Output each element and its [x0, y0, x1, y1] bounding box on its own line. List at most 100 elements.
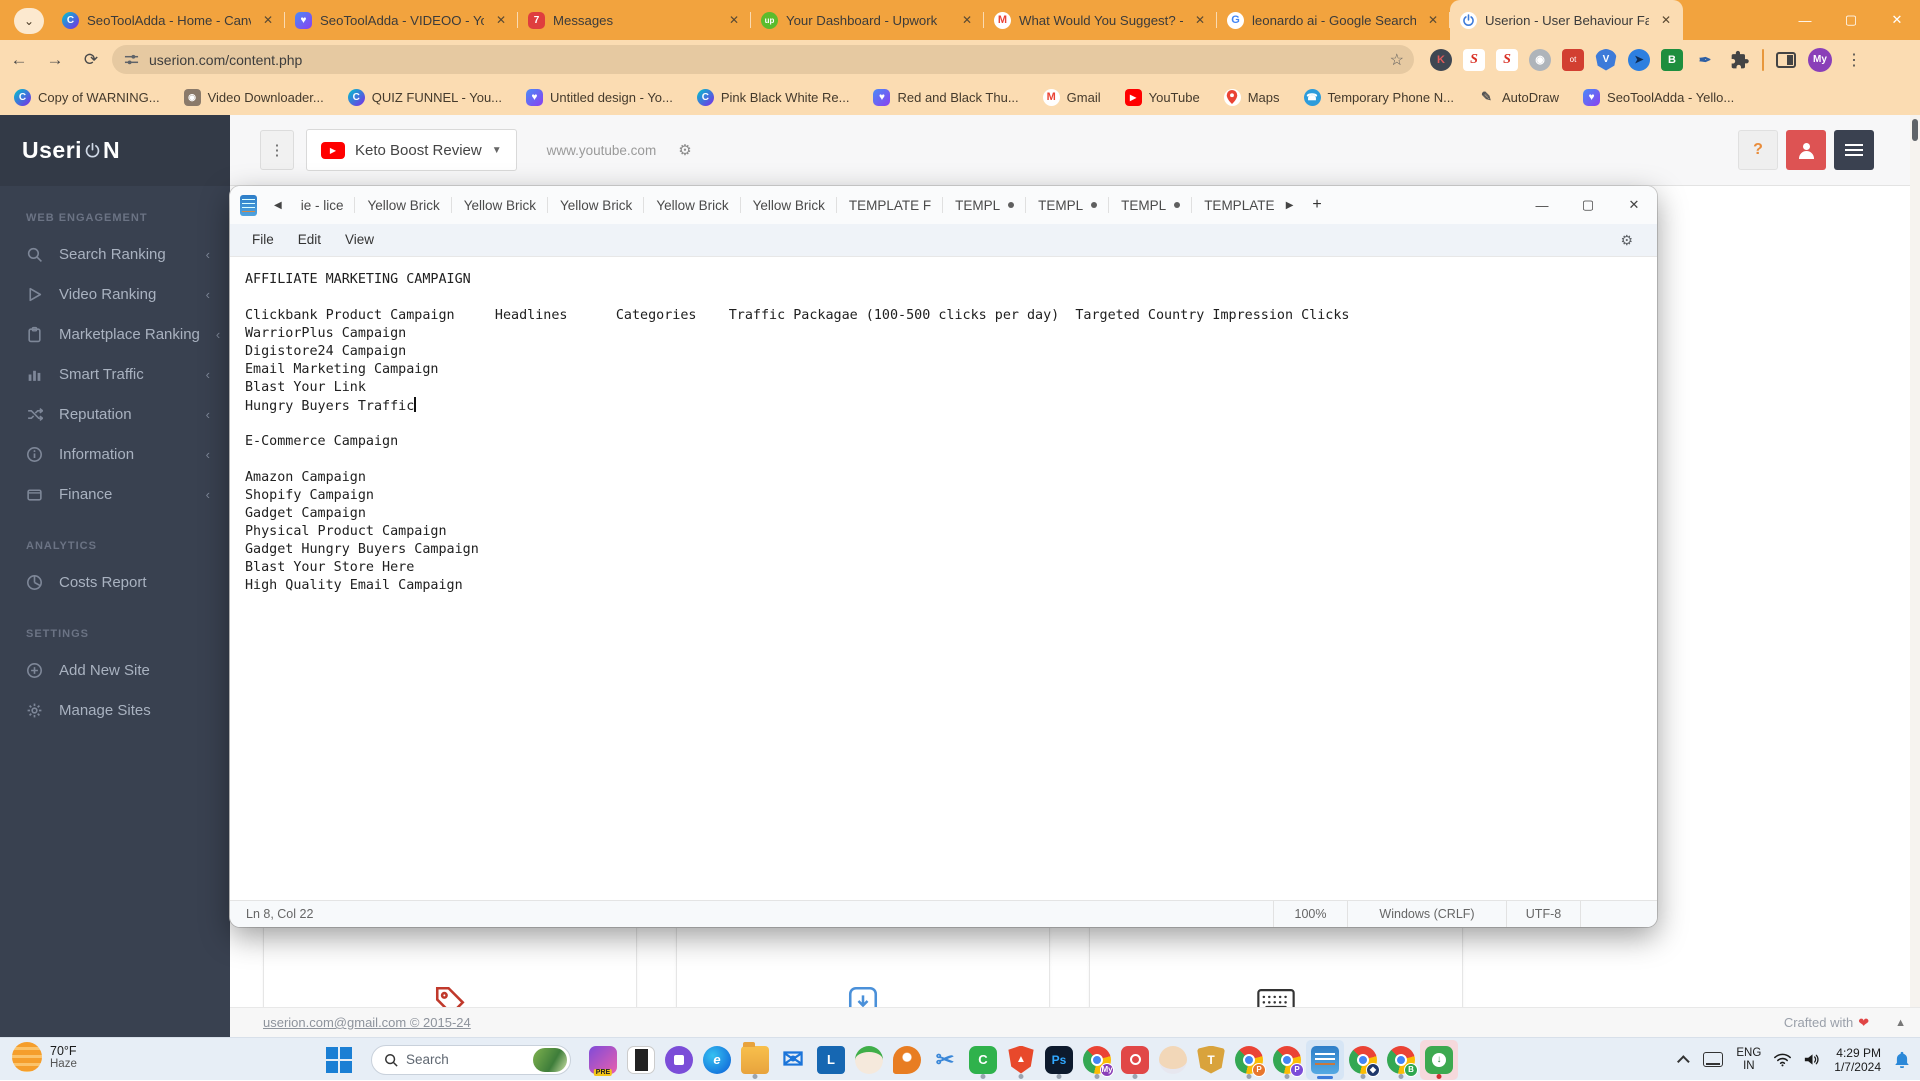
- tab-close-icon[interactable]: ✕: [1191, 11, 1209, 29]
- bookmark-item-3[interactable]: CQUIZ FUNNEL - You...: [348, 89, 502, 106]
- notepad-tab-7[interactable]: TEMPLATE F: [837, 186, 943, 224]
- feature-card-1[interactable]: [263, 918, 637, 1007]
- bookmark-item-6[interactable]: ♥Red and Black Thu...: [873, 89, 1018, 106]
- notepad-close-button[interactable]: ✕: [1611, 186, 1657, 224]
- bookmark-item-2[interactable]: ◉Video Downloader...: [184, 89, 324, 106]
- notepad-tab-11[interactable]: TEMPLATE F: [1192, 186, 1279, 224]
- ext-camera-icon[interactable]: ◉: [1529, 49, 1551, 71]
- taskbar-downloader-icon[interactable]: ↓: [1420, 1040, 1458, 1080]
- taskbar-brave-icon[interactable]: ▲: [1002, 1040, 1040, 1080]
- taskbar-linkedin-icon[interactable]: L: [812, 1040, 850, 1080]
- taskbar-t-shield-icon[interactable]: T: [1192, 1040, 1230, 1080]
- back-button[interactable]: ←: [2, 45, 36, 75]
- forward-button[interactable]: →: [38, 45, 72, 75]
- taskbar-snipping-tool-icon[interactable]: ✂: [926, 1040, 964, 1080]
- account-button[interactable]: [1786, 130, 1826, 170]
- sidebar-item-video-ranking[interactable]: Video Ranking‹: [0, 274, 230, 314]
- tab-close-icon[interactable]: ✕: [492, 11, 510, 29]
- scroll-top-button[interactable]: ▲: [1895, 1017, 1906, 1029]
- browser-tab-7[interactable]: Userion - User Behaviour Facto✕: [1450, 0, 1683, 40]
- bookmark-item-8[interactable]: ▶YouTube: [1125, 89, 1200, 106]
- taskbar-blender-icon[interactable]: [888, 1040, 926, 1080]
- header-kebab-button[interactable]: ⋮: [260, 130, 294, 170]
- ext-k-icon[interactable]: K: [1430, 49, 1452, 71]
- browser-tab-5[interactable]: MWhat Would You Suggest? - my✕: [984, 0, 1217, 40]
- search-highlight-image[interactable]: [533, 1048, 567, 1072]
- address-bar[interactable]: userion.com/content.php ☆: [112, 45, 1414, 74]
- taskbar-screen-recorder-icon[interactable]: [1116, 1040, 1154, 1080]
- taskbar-camtasia-icon[interactable]: C: [964, 1040, 1002, 1080]
- notepad-tab-9[interactable]: TEMPL: [1026, 186, 1109, 224]
- page-scrollbar[interactable]: [1910, 115, 1920, 1037]
- sidebar-item-manage-sites[interactable]: Manage Sites: [0, 690, 230, 730]
- language-indicator[interactable]: ENG IN: [1736, 1047, 1761, 1073]
- ext-eyedropper-icon[interactable]: ✒: [1694, 49, 1716, 71]
- tabs-scroll-left-icon[interactable]: ◀: [267, 200, 289, 211]
- reload-button[interactable]: ⟳: [74, 45, 108, 75]
- sidebar-item-smart-traffic[interactable]: Smart Traffic‹: [0, 354, 230, 394]
- taskbar-chrome-p-purple-icon[interactable]: P: [1268, 1040, 1306, 1080]
- taskbar-chrome-p-orange-icon[interactable]: P: [1230, 1040, 1268, 1080]
- notepad-tab-8[interactable]: TEMPL: [943, 186, 1026, 224]
- menu-file[interactable]: File: [240, 227, 286, 252]
- ext-shield-icon[interactable]: V: [1595, 49, 1617, 71]
- sidebar-item-add-new-site[interactable]: Add New Site: [0, 650, 230, 690]
- notepad-tab-3[interactable]: Yellow Brick: [452, 186, 548, 224]
- bookmark-item-4[interactable]: ♥Untitled design - Yo...: [526, 89, 673, 106]
- weather-widget[interactable]: 70°F Haze: [12, 1042, 77, 1072]
- channel-settings-icon[interactable]: ⚙: [678, 141, 691, 159]
- browser-tab-2[interactable]: ♥SeoToolAdda - VIDEOO - YouTu✕: [285, 0, 518, 40]
- notepad-maximize-button[interactable]: ▢: [1565, 186, 1611, 224]
- browser-close-button[interactable]: ✕: [1874, 0, 1920, 40]
- ext-ot-icon[interactable]: ot: [1562, 49, 1584, 71]
- notepad-tab-1[interactable]: ie - lice: [289, 186, 356, 224]
- sidebar-item-finance[interactable]: Finance‹: [0, 474, 230, 514]
- taskbar-sumo-icon[interactable]: [1154, 1040, 1192, 1080]
- tab-close-icon[interactable]: ✕: [1424, 11, 1442, 29]
- bookmark-item-5[interactable]: CPink Black White Re...: [697, 89, 850, 106]
- sidebar-item-marketplace-ranking[interactable]: Marketplace Ranking‹: [0, 314, 230, 354]
- sidebar-item-information[interactable]: Information‹: [0, 434, 230, 474]
- taskbar-search[interactable]: Search: [371, 1045, 571, 1075]
- feature-card-3[interactable]: [1089, 918, 1463, 1007]
- notepad-tab-5[interactable]: Yellow Brick: [644, 186, 740, 224]
- tabs-scroll-right-icon[interactable]: ▶: [1279, 200, 1301, 211]
- notepad-editor[interactable]: AFFILIATE MARKETING CAMPAIGNClickbank Pr…: [230, 257, 1657, 900]
- taskbar-premiere-rush-icon[interactable]: PRE: [584, 1040, 622, 1080]
- taskbar-photoshop-icon[interactable]: Ps: [1040, 1040, 1078, 1080]
- menu-edit[interactable]: Edit: [286, 227, 333, 252]
- notepad-tab-2[interactable]: Yellow Brick: [355, 186, 451, 224]
- notepad-tab-6[interactable]: Yellow Brick: [741, 186, 837, 224]
- notepad-tab-4[interactable]: Yellow Brick: [548, 186, 644, 224]
- scrollbar-thumb[interactable]: [1912, 119, 1918, 141]
- side-panel-icon[interactable]: [1776, 52, 1796, 68]
- browser-menu-icon[interactable]: ⋮: [1844, 50, 1872, 70]
- tray-overflow-icon[interactable]: [1677, 1055, 1690, 1068]
- tab-search-button[interactable]: ⌄: [14, 8, 44, 34]
- notification-bell-icon[interactable]: [1894, 1051, 1910, 1068]
- notepad-tab-10[interactable]: TEMPL: [1109, 186, 1192, 224]
- bookmark-item-11[interactable]: ✎AutoDraw: [1478, 89, 1559, 106]
- tab-close-icon[interactable]: ✕: [725, 11, 743, 29]
- help-button[interactable]: ?: [1738, 130, 1778, 170]
- menu-view[interactable]: View: [333, 227, 386, 252]
- taskbar-edge-icon[interactable]: e: [698, 1040, 736, 1080]
- site-settings-icon[interactable]: [124, 52, 139, 67]
- browser-tab-4[interactable]: upYour Dashboard - Upwork✕: [751, 0, 984, 40]
- sidebar-item-costs-report[interactable]: Costs Report: [0, 562, 230, 602]
- tab-close-icon[interactable]: ✕: [259, 11, 277, 29]
- taskbar-chrome-my-icon[interactable]: My: [1078, 1040, 1116, 1080]
- tab-close-icon[interactable]: ✕: [958, 11, 976, 29]
- bookmark-item-12[interactable]: ♥SeoToolAdda - Yello...: [1583, 89, 1734, 106]
- taskbar-photos-icon[interactable]: [622, 1040, 660, 1080]
- ext-bird-icon[interactable]: ➤: [1628, 49, 1650, 71]
- clock[interactable]: 4:29 PM 1/7/2024: [1834, 1046, 1881, 1074]
- feature-card-2[interactable]: [676, 918, 1050, 1007]
- new-tab-button[interactable]: +: [1300, 196, 1333, 214]
- userion-logo[interactable]: Useri N: [0, 115, 230, 186]
- bookmark-item-7[interactable]: MGmail: [1043, 89, 1101, 106]
- bookmark-item-1[interactable]: CCopy of WARNING...: [14, 89, 160, 106]
- zoom-level[interactable]: 100%: [1273, 901, 1347, 928]
- taskbar-chrome-img-icon[interactable]: ◆: [1344, 1040, 1382, 1080]
- taskbar-clipchamp-icon[interactable]: [660, 1040, 698, 1080]
